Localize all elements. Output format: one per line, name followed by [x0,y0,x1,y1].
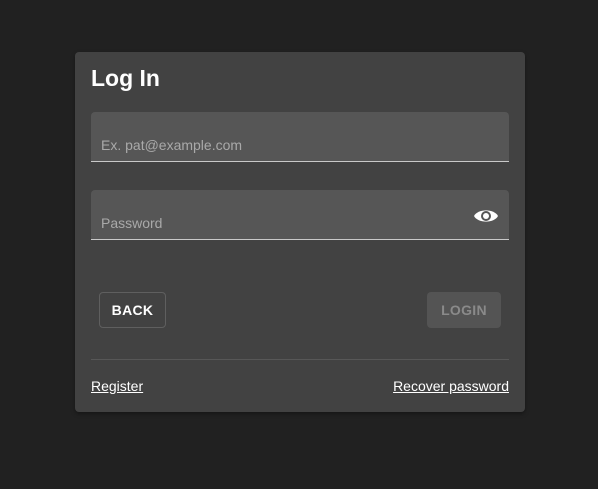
email-field-container[interactable] [91,112,509,162]
page-title: Log In [91,65,160,91]
recover-password-link[interactable]: Recover password [393,378,509,394]
eye-icon[interactable] [473,206,499,226]
password-field[interactable] [91,190,509,239]
login-card: Log In BACK LOGIN Register Recover passw… [75,52,525,412]
password-field-container[interactable] [91,190,509,240]
divider [91,359,509,360]
email-field[interactable] [91,112,509,161]
register-link[interactable]: Register [91,378,143,394]
back-button[interactable]: BACK [99,292,166,328]
login-button[interactable]: LOGIN [427,292,501,328]
